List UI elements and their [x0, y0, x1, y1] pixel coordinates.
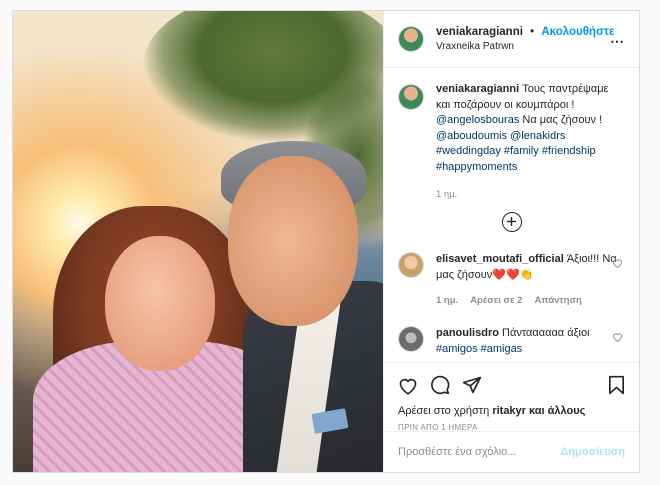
- likes-prefix: Αρέσει στο χρήστη: [398, 405, 490, 417]
- hashtag-link[interactable]: #amigos: [436, 343, 478, 355]
- mention-link[interactable]: @aboudoumis: [436, 130, 507, 142]
- post-sidebar: veniakaragianni • Ακολουθήστε Vraxneika …: [383, 11, 639, 472]
- comment-like-heart-icon[interactable]: [612, 332, 623, 342]
- comment-item: panoulisdro Πάνταααααα άξιοι #amigos #am…: [398, 326, 625, 357]
- post-header: veniakaragianni • Ακολουθήστε Vraxneika …: [384, 11, 639, 68]
- comment-time[interactable]: 1 ημ.: [436, 295, 458, 306]
- post-actions: Αρέσει στο χρήστη ritakyr και άλλους ΠΡΙ…: [384, 362, 639, 432]
- post-photo[interactable]: [13, 11, 383, 472]
- likes-user[interactable]: ritakyr: [492, 405, 526, 417]
- comment-like-heart-icon[interactable]: [612, 258, 623, 268]
- hashtag-link[interactable]: #weddingday: [436, 145, 501, 157]
- add-comment-bar: Δημοσίευση: [384, 431, 639, 472]
- comment-bubble-icon[interactable]: [430, 375, 450, 395]
- comment-username[interactable]: panoulisdro: [436, 327, 499, 339]
- caption: veniakaragianni Τους παντρέψαμε και ποζά…: [398, 82, 625, 175]
- commenter-avatar[interactable]: [398, 326, 424, 352]
- post-dialog: veniakaragianni • Ακολουθήστε Vraxneika …: [12, 10, 640, 473]
- location-link[interactable]: Vraxneika Patrwn: [436, 41, 614, 52]
- author-username[interactable]: veniakaragianni: [436, 26, 523, 38]
- comment-likes[interactable]: Αρέσει σε 2: [470, 295, 522, 306]
- hashtag-link[interactable]: #friendship: [542, 145, 596, 157]
- comments-section: veniakaragianni Τους παντρέψαμε και ποζά…: [384, 68, 639, 368]
- likes-summary: Αρέσει στο χρήστη ritakyr και άλλους: [398, 405, 625, 417]
- more-options-icon[interactable]: ⋯: [610, 33, 625, 50]
- photo-woman-face: [105, 236, 215, 371]
- caption-text: veniakaragianni Τους παντρέψαμε και ποζά…: [436, 82, 625, 175]
- hashtag-link[interactable]: #happymoments: [436, 161, 517, 173]
- plus-icon: [506, 217, 516, 226]
- reply-button[interactable]: Απάντηση: [534, 295, 581, 306]
- separator-dot: •: [530, 26, 535, 38]
- caption-time[interactable]: 1 ημ.: [436, 189, 625, 200]
- caption-username[interactable]: veniakaragianni: [436, 83, 519, 95]
- action-icons: [398, 371, 625, 399]
- likes-others[interactable]: και άλλους: [529, 405, 585, 417]
- comment-text: panoulisdro Πάνταααααα άξιοι #amigos #am…: [436, 326, 625, 357]
- comment-body: Πάνταααααα άξιοι: [502, 327, 590, 339]
- like-heart-icon[interactable]: [398, 376, 418, 395]
- comment-username[interactable]: elisavet_moutafi_official: [436, 253, 564, 265]
- comment-item: elisavet_moutafi_official Άξιοι!!! Να μα…: [398, 252, 625, 283]
- caption-line2: Να μας ζήσουν !: [522, 114, 603, 126]
- post-comment-button[interactable]: Δημοσίευση: [560, 446, 625, 458]
- comment-text: elisavet_moutafi_official Άξιοι!!! Να μα…: [436, 252, 625, 283]
- comment-meta: 1 ημ. Αρέσει σε 2 Απάντηση: [436, 295, 625, 306]
- load-more-comments-icon[interactable]: [501, 212, 522, 232]
- header-text: veniakaragianni • Ακολουθήστε Vraxneika …: [436, 26, 614, 52]
- caption-avatar[interactable]: [398, 84, 424, 110]
- follow-button[interactable]: Ακολουθήστε: [541, 26, 614, 38]
- hashtag-link[interactable]: #amigas: [481, 343, 523, 355]
- hashtag-link[interactable]: #family: [504, 145, 539, 157]
- commenter-avatar[interactable]: [398, 252, 424, 278]
- mention-link[interactable]: @lenakidrs: [510, 130, 565, 142]
- bookmark-icon[interactable]: [608, 375, 625, 395]
- comment-input[interactable]: [398, 446, 561, 458]
- share-plane-icon[interactable]: [462, 375, 482, 395]
- mention-link[interactable]: @angelosbouras: [436, 114, 519, 126]
- photo-man-face: [228, 156, 358, 326]
- author-avatar[interactable]: [398, 26, 424, 52]
